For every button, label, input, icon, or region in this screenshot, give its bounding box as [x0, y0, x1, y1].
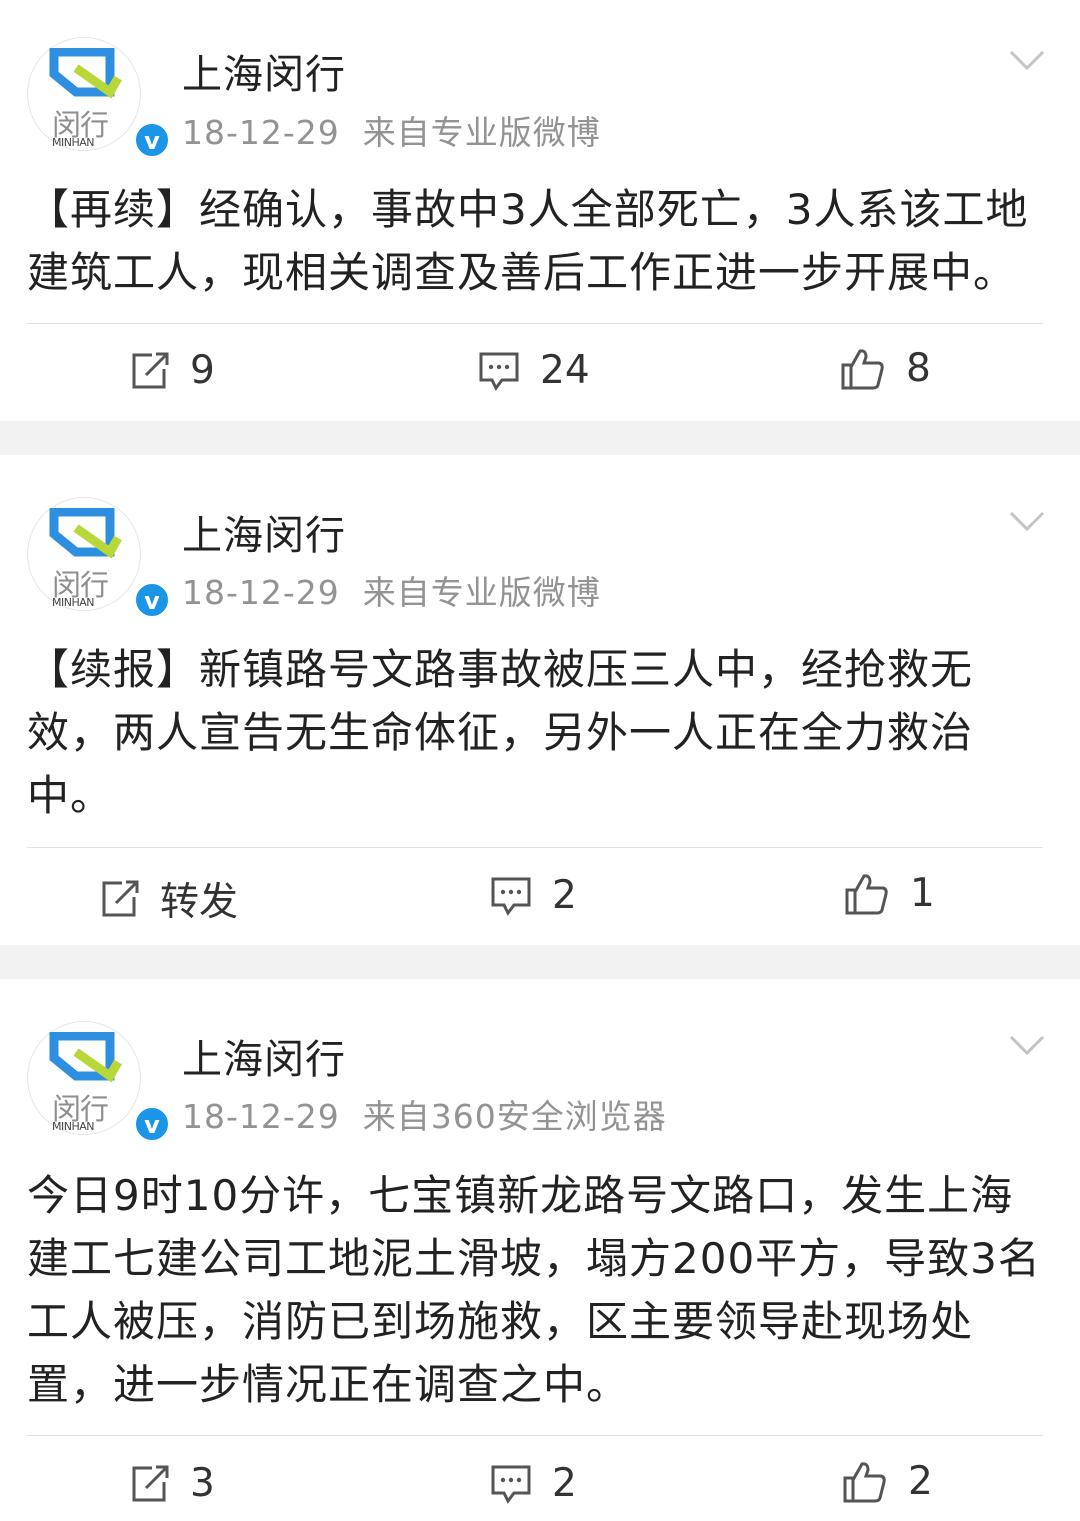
- like-button[interactable]: 2: [842, 1459, 933, 1504]
- post-source: 来自专业版微博: [362, 113, 601, 152]
- post-source: 来自专业版微博: [362, 573, 601, 612]
- post-date: 18-12-29: [182, 113, 340, 152]
- repost-icon: [132, 352, 169, 388]
- verified-badge-icon: v: [134, 1106, 170, 1142]
- like-count: 2: [908, 1459, 933, 1504]
- post-date: 18-12-29: [182, 1097, 340, 1136]
- account-name[interactable]: 上海闵行: [182, 42, 346, 100]
- account-name[interactable]: 上海闵行: [182, 1027, 346, 1085]
- avatar-subtext: MINHAN: [52, 1120, 95, 1133]
- account-name[interactable]: 上海闵行: [182, 503, 346, 561]
- repost-icon: [102, 880, 139, 917]
- repost-icon: [132, 1465, 169, 1501]
- avatar[interactable]: 闵行 MINHAN v: [27, 37, 170, 158]
- comment-icon: [491, 1465, 531, 1504]
- repost-button[interactable]: 转发: [100, 871, 238, 927]
- chevron-down-icon[interactable]: [1008, 509, 1046, 533]
- repost-label: 转发: [160, 880, 239, 925]
- logo-icon: [49, 508, 122, 559]
- chevron-down-icon[interactable]: [1008, 1033, 1046, 1057]
- comment-count: 24: [540, 348, 590, 393]
- post-meta: 18-12-29 来自专业版微博: [182, 566, 601, 614]
- repost-count: 9: [190, 348, 215, 393]
- divider: [27, 323, 1043, 324]
- divider: [27, 1435, 1043, 1436]
- post-text: 【再续】经确认，事故中3人全部死亡，3人系该工地建筑工人，现相关调查及善后工作正…: [27, 185, 1029, 297]
- repost-button[interactable]: 3: [130, 1461, 215, 1506]
- comment-count: 2: [552, 873, 577, 918]
- avatar-subtext: MINHAN: [52, 596, 95, 609]
- avatar[interactable]: 闵行 MINHAN v: [27, 1021, 170, 1142]
- post-card: 闵行 MINHAN v 上海闵行 18-12-29 来自360安全浏览器 今日9…: [0, 979, 1080, 1521]
- comment-button[interactable]: 24: [478, 348, 590, 393]
- like-count: 1: [910, 871, 935, 916]
- post-meta: 18-12-29 来自专业版微博: [182, 106, 601, 154]
- logo-icon: [49, 48, 122, 99]
- verified-badge-icon: v: [134, 122, 170, 158]
- divider: [27, 847, 1043, 848]
- repost-button[interactable]: 9: [130, 348, 215, 393]
- like-icon: [845, 873, 888, 914]
- post-text: 【续报】新镇路号文路事故被压三人中，经抢救无效，两人宣告无生命体征，另外一人正在…: [27, 645, 974, 820]
- post-text: 今日9时10分许，七宝镇新龙路号文路口，发生上海建工七建公司工地泥土滑坡，塌方2…: [27, 1171, 1041, 1409]
- like-icon: [841, 348, 884, 389]
- avatar-subtext: MINHAN: [52, 136, 95, 149]
- comment-icon: [491, 877, 531, 916]
- like-icon: [843, 1461, 886, 1502]
- verified-badge-icon: v: [134, 582, 170, 618]
- comment-icon: [479, 352, 519, 391]
- chevron-down-icon[interactable]: [1008, 48, 1046, 72]
- avatar[interactable]: 闵行 MINHAN v: [27, 497, 170, 618]
- logo-icon: [49, 1032, 122, 1083]
- comment-button[interactable]: 2: [490, 873, 577, 918]
- post-card: 闵行 MINHAN v 上海闵行 18-12-29 来自专业版微博 【续报】新镇…: [0, 455, 1080, 945]
- comment-count: 2: [552, 1461, 577, 1506]
- post-meta: 18-12-29 来自360安全浏览器: [182, 1090, 667, 1138]
- comment-button[interactable]: 2: [490, 1461, 577, 1506]
- repost-count: 3: [190, 1461, 215, 1506]
- post-source: 来自360安全浏览器: [362, 1097, 667, 1136]
- like-count: 8: [906, 346, 931, 391]
- post-card: 闵行 MINHAN v 上海闵行 18-12-29 来自专业版微博 【再续】经确…: [0, 0, 1080, 421]
- like-button[interactable]: 8: [840, 346, 931, 391]
- like-button[interactable]: 1: [844, 871, 935, 916]
- post-date: 18-12-29: [182, 573, 340, 612]
